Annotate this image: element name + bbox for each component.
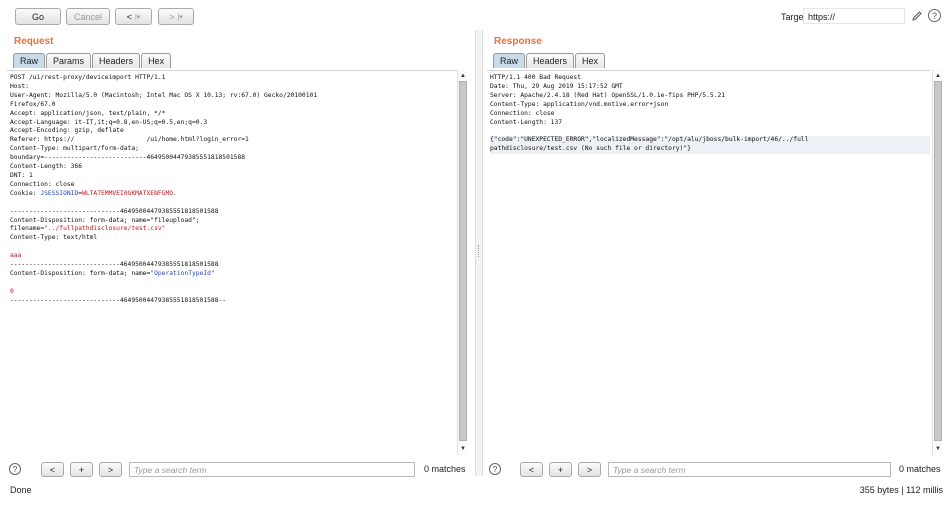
- request-tabs: Raw Params Headers Hex: [13, 53, 172, 68]
- pencil-icon[interactable]: [910, 9, 924, 23]
- prev-match-button[interactable]: <: [41, 462, 64, 477]
- scroll-thumb[interactable]: [459, 81, 467, 441]
- search-input[interactable]: [608, 462, 891, 477]
- cookie-value: WLTATEMMVEI0GKMATXENFGMO.: [82, 189, 177, 197]
- request-filename-value: "../fullpathdisclosure/test.csv": [44, 225, 166, 233]
- match-count: 0 matches: [899, 464, 941, 474]
- request-panel: Request Raw Params Headers Hex POST /ui/…: [0, 30, 475, 478]
- response-tabs: Raw Headers Hex: [493, 53, 606, 68]
- response-body-line: pathdisclosure/test.csv (No such file or…: [490, 145, 930, 155]
- request-text: POST /ui/rest-proxy/deviceimport HTTP/1.…: [7, 71, 457, 306]
- response-line: Connection: close: [490, 109, 555, 117]
- cancel-button[interactable]: Cancel: [66, 8, 110, 25]
- cancel-button-label: Cancel: [73, 11, 102, 22]
- request-line: Accept-Encoding: gzip, deflate: [10, 127, 124, 135]
- tab-raw[interactable]: Raw: [13, 53, 46, 68]
- add-match-button[interactable]: +: [70, 462, 93, 477]
- tab-headers[interactable]: Headers: [526, 53, 575, 68]
- response-body-line: {"code":"UNEXPECTED_ERROR","localizedMes…: [490, 136, 930, 146]
- help-icon[interactable]: ?: [928, 9, 941, 22]
- response-line: HTTP/1.1 400 Bad Request: [490, 74, 581, 81]
- request-line: User-Agent: Mozilla/5.0 (Macintosh; Inte…: [10, 91, 318, 99]
- forward-arrow-icon: >: [169, 11, 175, 22]
- go-button-label: Go: [31, 11, 44, 22]
- scroll-thumb[interactable]: [934, 81, 942, 441]
- request-line: Referer: https:// /ui/home.html?login_er…: [10, 136, 249, 144]
- request-disposition: Content-Disposition: form-data; name=: [10, 269, 151, 277]
- back-arrow-icon: <: [126, 11, 132, 22]
- request-line: POST /ui/rest-proxy/deviceimport HTTP/1.…: [10, 74, 166, 81]
- scroll-up-icon[interactable]: ▲: [934, 71, 942, 80]
- next-match-button[interactable]: >: [99, 462, 122, 477]
- response-scrollbar[interactable]: ▲ ▼: [932, 70, 942, 455]
- request-part-body: aaa: [10, 252, 22, 260]
- status-text: Done: [10, 485, 32, 495]
- request-line: Content-Length: 366: [10, 163, 83, 171]
- request-line: DNT: 1: [10, 171, 33, 179]
- request-search-bar: ? < + > 0 matches: [0, 462, 475, 478]
- search-input[interactable]: [129, 462, 415, 477]
- request-title: Request: [14, 36, 54, 47]
- tab-raw[interactable]: Raw: [493, 53, 526, 68]
- response-size-timing: 355 bytes | 112 millis: [859, 485, 943, 495]
- scroll-down-icon[interactable]: ▼: [459, 444, 467, 453]
- response-search-bar: ? < + > 0 matches: [483, 462, 951, 478]
- tab-hex[interactable]: Hex: [141, 53, 172, 68]
- request-line: boundary=---------------------------4649…: [10, 154, 246, 162]
- request-editor[interactable]: POST /ui/rest-proxy/deviceimport HTTP/1.…: [7, 70, 457, 455]
- help-icon[interactable]: ?: [9, 463, 21, 475]
- scroll-up-icon[interactable]: ▲: [459, 71, 467, 80]
- prev-match-button[interactable]: <: [520, 462, 543, 477]
- request-line: Accept: application/json, text/plain, */…: [10, 109, 166, 117]
- go-button[interactable]: Go: [15, 8, 61, 25]
- request-part-body: 0: [10, 287, 14, 295]
- request-operation-name: "OperationTypeId": [150, 269, 215, 277]
- match-count: 0 matches: [424, 464, 466, 474]
- response-line: Server: Apache/2.4.18 (Red Hat) OpenSSL/…: [490, 91, 726, 99]
- help-icon[interactable]: ?: [489, 463, 501, 475]
- tab-hex[interactable]: Hex: [575, 53, 606, 68]
- forward-button[interactable]: > |▾: [158, 8, 194, 25]
- divider-grip-icon[interactable]: [478, 245, 480, 257]
- request-boundary: -----------------------------46495004479…: [10, 261, 219, 269]
- response-line: Content-Type: application/vnd.motive.err…: [490, 100, 669, 108]
- response-line: Date: Thu, 29 Aug 2019 15:17:52 GMT: [490, 82, 623, 90]
- status-bar: Done 355 bytes | 112 millis: [0, 478, 951, 506]
- request-boundary: -----------------------------46495004479…: [10, 207, 219, 215]
- request-filename-key: filename=: [10, 225, 45, 233]
- request-line: Content-Type: multipart/form-data;: [10, 145, 139, 153]
- next-match-button[interactable]: >: [578, 462, 601, 477]
- response-text: HTTP/1.1 400 Bad Request Date: Thu, 29 A…: [487, 71, 930, 155]
- forward-menu-icon[interactable]: |▾: [177, 13, 182, 21]
- request-line: Host:: [10, 82, 29, 90]
- response-editor[interactable]: HTTP/1.1 400 Bad Request Date: Thu, 29 A…: [487, 70, 930, 455]
- request-line: Accept-Language: it-IT,it;q=0.8,en-US;q=…: [10, 118, 208, 126]
- request-part-content-type: Content-Type: text/html: [10, 234, 98, 242]
- tab-headers[interactable]: Headers: [92, 53, 141, 68]
- target-value: https://: [808, 12, 836, 22]
- cookie-name: JSESSIONID: [40, 189, 79, 197]
- back-button[interactable]: < |▾: [115, 8, 152, 25]
- response-line: Content-Length: 137: [490, 118, 563, 126]
- tab-params[interactable]: Params: [46, 53, 92, 68]
- request-line: Connection: close: [10, 180, 75, 188]
- request-disposition: Content-Disposition: form-data; name="fi…: [10, 216, 200, 224]
- split-divider[interactable]: [475, 30, 483, 476]
- response-panel: Response Raw Headers Hex HTTP/1.1 400 Ba…: [483, 30, 951, 478]
- response-title: Response: [494, 36, 542, 47]
- cookie-label: Cookie:: [10, 189, 41, 197]
- request-line: Firefox/67.0: [10, 100, 56, 108]
- request-boundary-end: -----------------------------46495004479…: [10, 296, 227, 304]
- request-scrollbar[interactable]: ▲ ▼: [457, 70, 467, 455]
- back-menu-icon[interactable]: |▾: [135, 13, 140, 21]
- scroll-down-icon[interactable]: ▼: [934, 444, 942, 453]
- add-match-button[interactable]: +: [549, 462, 572, 477]
- toolbar: Go Cancel < |▾ > |▾ Target: https:// ?: [0, 0, 951, 30]
